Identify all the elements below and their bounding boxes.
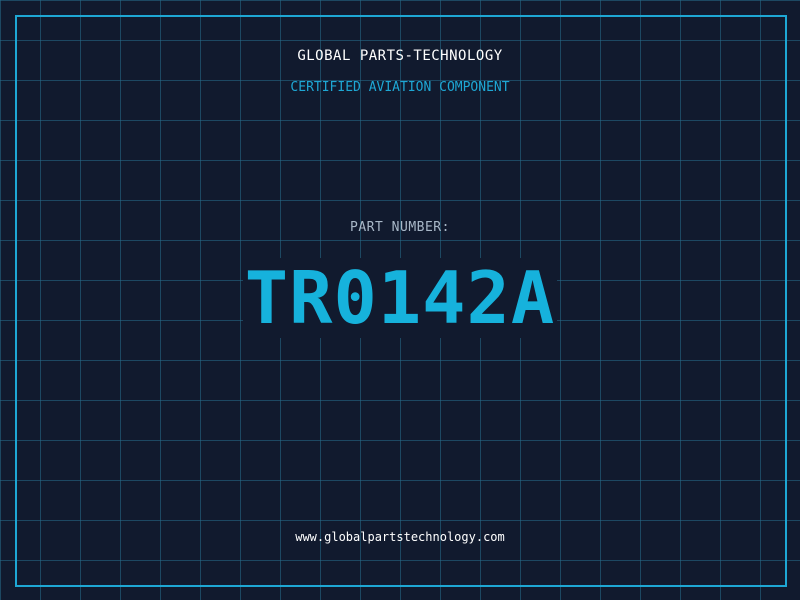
- part-number-label: PART NUMBER:: [350, 220, 450, 235]
- part-number-container: TR0142A: [0, 258, 800, 338]
- company-name: GLOBAL PARTS-TECHNOLOGY: [297, 48, 503, 64]
- part-number-value: TR0142A: [242, 256, 558, 340]
- website-url: www.globalpartstechnology.com: [295, 530, 505, 544]
- part-card: GLOBAL PARTS-TECHNOLOGY CERTIFIED AVIATI…: [0, 0, 800, 600]
- certification-subtitle: CERTIFIED AVIATION COMPONENT: [290, 80, 510, 95]
